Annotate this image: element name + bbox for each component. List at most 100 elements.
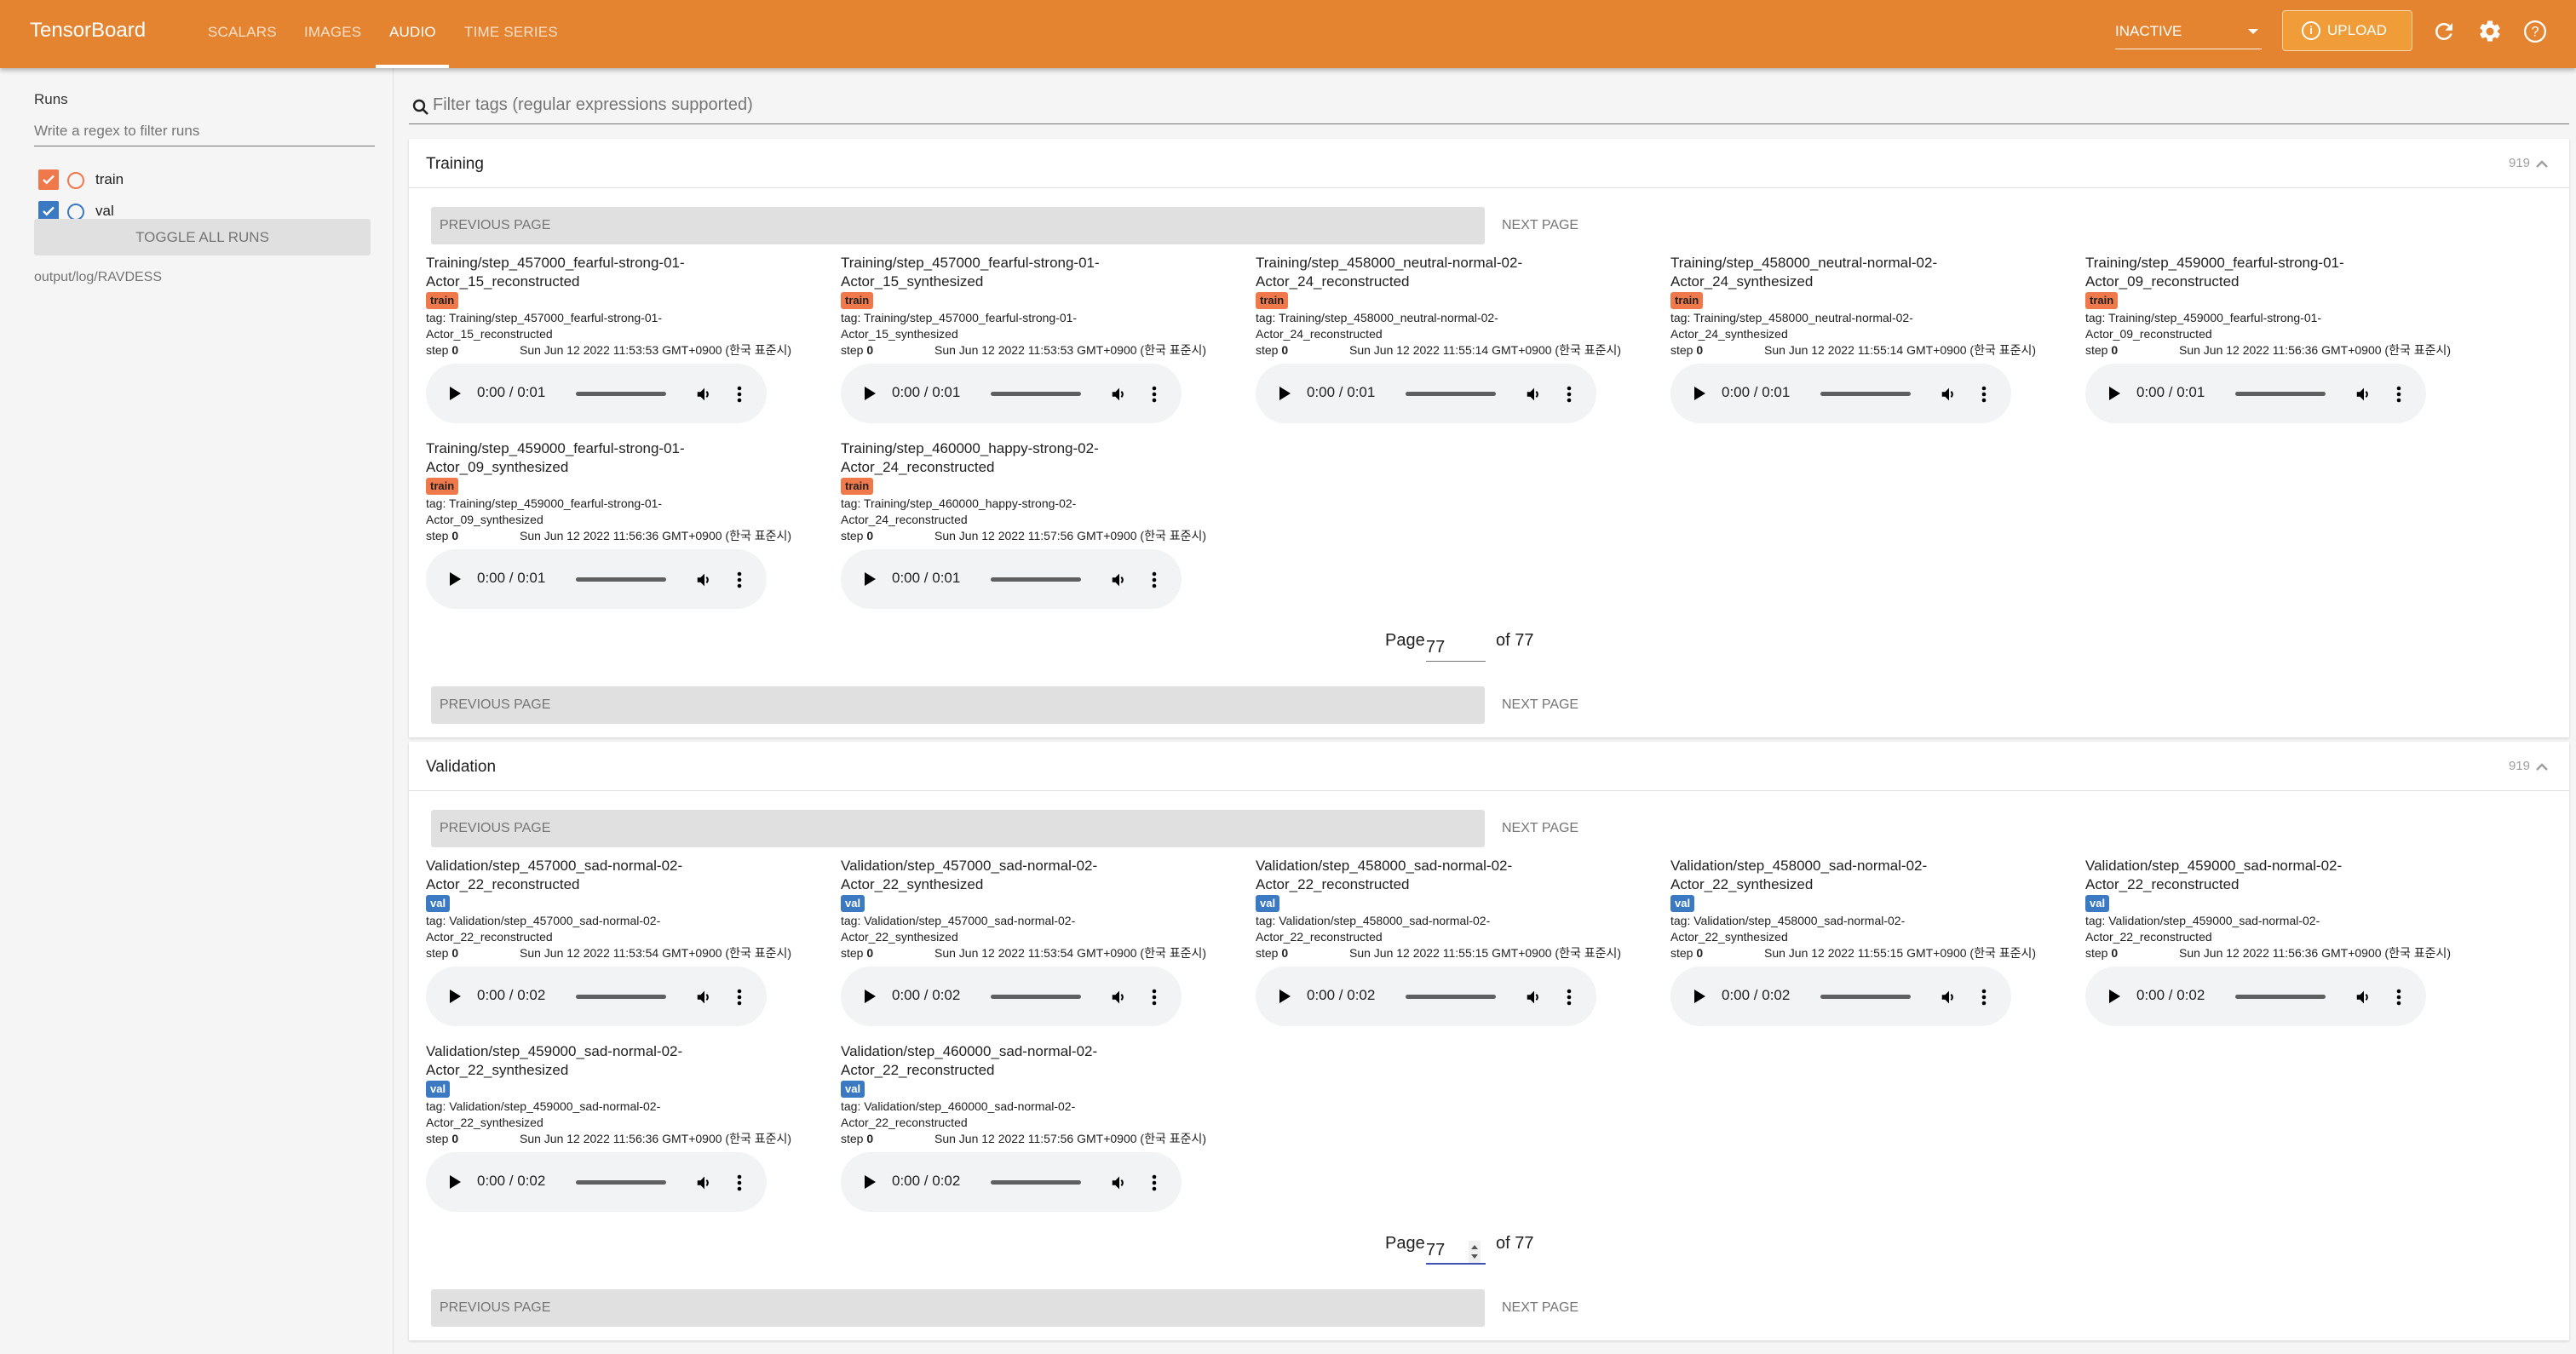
volume-icon[interactable] — [1525, 988, 1544, 1011]
audio-player[interactable]: 0:00 / 0:02 — [1670, 967, 2011, 1026]
audio-seek-slider[interactable] — [1820, 392, 1911, 396]
audio-seek-slider[interactable] — [991, 577, 1081, 582]
more-options-icon[interactable] — [736, 385, 743, 408]
audio-seek-slider[interactable] — [991, 392, 1081, 396]
play-icon[interactable] — [865, 387, 876, 400]
volume-icon[interactable] — [1110, 571, 1129, 594]
volume-icon[interactable] — [695, 571, 714, 594]
more-options-icon[interactable] — [1151, 571, 1158, 594]
previous-page-button-bottom[interactable]: PREVIOUS PAGE — [431, 1289, 1485, 1327]
volume-icon[interactable] — [2355, 988, 2373, 1011]
more-options-icon[interactable] — [1151, 988, 1158, 1011]
tag-filter-input[interactable]: Filter tags (regular expressions support… — [409, 89, 2569, 124]
play-icon[interactable] — [865, 572, 876, 586]
page-number-input[interactable]: 77 — [1426, 1241, 1486, 1265]
tab-time-series[interactable]: TIME SERIES — [464, 24, 558, 41]
volume-icon[interactable] — [695, 988, 714, 1011]
audio-player[interactable]: 0:00 / 0:01 — [426, 364, 767, 423]
play-icon[interactable] — [2109, 387, 2120, 400]
previous-page-button[interactable]: PREVIOUS PAGE — [431, 207, 1485, 244]
toggle-all-runs-button[interactable]: TOGGLE ALL RUNS — [34, 219, 371, 255]
audio-seek-slider[interactable] — [576, 392, 666, 396]
play-icon[interactable] — [865, 990, 876, 1003]
run-checkbox-train[interactable] — [38, 169, 59, 190]
audio-player[interactable]: 0:00 / 0:02 — [426, 1152, 767, 1212]
volume-icon[interactable] — [695, 385, 714, 408]
audio-player[interactable]: 0:00 / 0:01 — [1256, 364, 1596, 423]
audio-seek-slider[interactable] — [576, 995, 666, 999]
audio-seek-slider[interactable] — [1406, 995, 1496, 999]
tab-images[interactable]: IMAGES — [304, 24, 361, 41]
audio-player[interactable]: 0:00 / 0:01 — [426, 549, 767, 609]
play-icon[interactable] — [865, 1175, 876, 1189]
next-page-button[interactable]: NEXT PAGE — [1502, 821, 1578, 836]
next-page-button-bottom[interactable]: NEXT PAGE — [1502, 697, 1578, 713]
run-color-swatch-val[interactable] — [67, 204, 84, 221]
play-icon[interactable] — [1279, 387, 1291, 400]
play-icon[interactable] — [450, 572, 461, 586]
audio-seek-slider[interactable] — [1406, 392, 1496, 396]
more-options-icon[interactable] — [1981, 988, 1987, 1011]
page-number-spinner[interactable] — [1469, 1241, 1481, 1263]
play-icon[interactable] — [450, 1175, 461, 1189]
audio-seek-slider[interactable] — [1820, 995, 1911, 999]
next-page-button[interactable]: NEXT PAGE — [1502, 218, 1578, 233]
upload-button[interactable]: i UPLOAD — [2282, 10, 2412, 51]
more-options-icon[interactable] — [1566, 988, 1573, 1011]
audio-player[interactable]: 0:00 / 0:01 — [841, 549, 1182, 609]
previous-page-button[interactable]: PREVIOUS PAGE — [431, 810, 1485, 847]
audio-seek-slider[interactable] — [2235, 392, 2326, 396]
chevron-up-icon[interactable] — [2535, 760, 2549, 776]
more-options-icon[interactable] — [2395, 385, 2402, 408]
volume-icon[interactable] — [1940, 988, 1958, 1011]
chevron-up-icon[interactable] — [2535, 158, 2549, 173]
more-options-icon[interactable] — [736, 988, 743, 1011]
pane-header[interactable]: Training 919 — [409, 139, 2569, 188]
play-icon[interactable] — [1694, 387, 1705, 400]
audio-seek-slider[interactable] — [576, 577, 666, 582]
reload-status-select[interactable]: INACTIVE — [2115, 19, 2262, 49]
play-icon[interactable] — [1279, 990, 1291, 1003]
more-options-icon[interactable] — [736, 571, 743, 594]
settings-gear-icon[interactable] — [2477, 19, 2503, 44]
play-icon[interactable] — [1694, 990, 1705, 1003]
volume-icon[interactable] — [1110, 1173, 1129, 1196]
more-options-icon[interactable] — [736, 1173, 743, 1196]
more-options-icon[interactable] — [1151, 1173, 1158, 1196]
audio-player[interactable]: 0:00 / 0:02 — [841, 1152, 1182, 1212]
audio-seek-slider[interactable] — [576, 1180, 666, 1185]
audio-seek-slider[interactable] — [991, 995, 1081, 999]
volume-icon[interactable] — [695, 1173, 714, 1196]
volume-icon[interactable] — [2355, 385, 2373, 408]
audio-player[interactable]: 0:00 / 0:01 — [841, 364, 1182, 423]
previous-page-button-bottom[interactable]: PREVIOUS PAGE — [431, 686, 1485, 724]
audio-seek-slider[interactable] — [991, 1180, 1081, 1185]
run-color-swatch-train[interactable] — [67, 172, 84, 189]
runs-filter-input[interactable]: Write a regex to filter runs — [34, 119, 375, 146]
volume-icon[interactable] — [1110, 385, 1129, 408]
volume-icon[interactable] — [1940, 385, 1958, 408]
audio-player[interactable]: 0:00 / 0:01 — [2085, 364, 2426, 423]
more-options-icon[interactable] — [1981, 385, 1987, 408]
audio-player[interactable]: 0:00 / 0:02 — [841, 967, 1182, 1026]
audio-player[interactable]: 0:00 / 0:01 — [1670, 364, 2011, 423]
audio-player[interactable]: 0:00 / 0:02 — [426, 967, 767, 1026]
audio-player[interactable]: 0:00 / 0:02 — [2085, 967, 2426, 1026]
next-page-button-bottom[interactable]: NEXT PAGE — [1502, 1300, 1578, 1316]
pane-header[interactable]: Validation 919 — [409, 742, 2569, 791]
play-icon[interactable] — [2109, 990, 2120, 1003]
volume-icon[interactable] — [1525, 385, 1544, 408]
tab-scalars[interactable]: SCALARS — [208, 24, 277, 41]
more-options-icon[interactable] — [2395, 988, 2402, 1011]
audio-seek-slider[interactable] — [2235, 995, 2326, 999]
audio-player[interactable]: 0:00 / 0:02 — [1256, 967, 1596, 1026]
play-icon[interactable] — [450, 387, 461, 400]
play-icon[interactable] — [450, 990, 461, 1003]
volume-icon[interactable] — [1110, 988, 1129, 1011]
more-options-icon[interactable] — [1566, 385, 1573, 408]
more-options-icon[interactable] — [1151, 385, 1158, 408]
page-number-input[interactable]: 77 — [1426, 638, 1486, 662]
tab-audio[interactable]: AUDIO — [389, 24, 436, 41]
refresh-icon[interactable] — [2431, 19, 2457, 44]
help-icon[interactable]: ? — [2522, 19, 2548, 44]
